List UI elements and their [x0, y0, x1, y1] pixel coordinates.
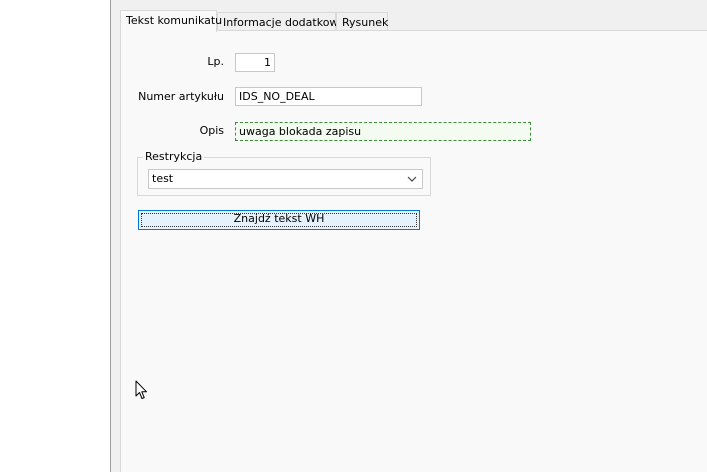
- restrykcja-dropdown[interactable]: test: [148, 169, 423, 189]
- tab-rysunek[interactable]: Rysunek: [336, 12, 388, 31]
- tab-tekst-komunikatu[interactable]: Tekst komunikatu: [120, 10, 222, 32]
- detail-panel: Tekst komunikatu Informacje dodatkowe Ry…: [111, 0, 707, 472]
- numer-artykulu-field[interactable]: IDS_NO_DEAL: [235, 87, 422, 106]
- lp-label: Lp.: [207, 55, 224, 68]
- restrykcja-selected-value: test: [152, 172, 174, 185]
- chevron-down-icon: [406, 170, 418, 188]
- tab-page-tekst-komunikatu: Lp. 1 Numer artykułu IDS_NO_DEAL Opis uw…: [120, 30, 707, 472]
- numer-artykulu-label: Numer artykułu: [138, 90, 224, 103]
- restrykcja-group: Restrykcja test: [137, 150, 431, 196]
- znajdz-tekst-wh-button[interactable]: Znajdź tekst WH: [138, 210, 420, 230]
- mouse-pointer-icon: [135, 380, 149, 401]
- button-label: Znajdź tekst WH: [233, 212, 325, 225]
- lp-field[interactable]: 1: [235, 53, 275, 72]
- tab-label: Tekst komunikatu: [126, 14, 223, 27]
- tab-label: Informacje dodatkowe: [223, 16, 346, 29]
- tab-label: Rysunek: [342, 16, 389, 29]
- tab-informacje-dodatkowe[interactable]: Informacje dodatkowe: [217, 12, 345, 31]
- opis-field[interactable]: uwaga blokada zapisu: [235, 122, 531, 141]
- restrykcja-group-label: Restrykcja: [143, 150, 205, 163]
- opis-label: Opis: [199, 124, 224, 137]
- left-pane: [0, 0, 110, 472]
